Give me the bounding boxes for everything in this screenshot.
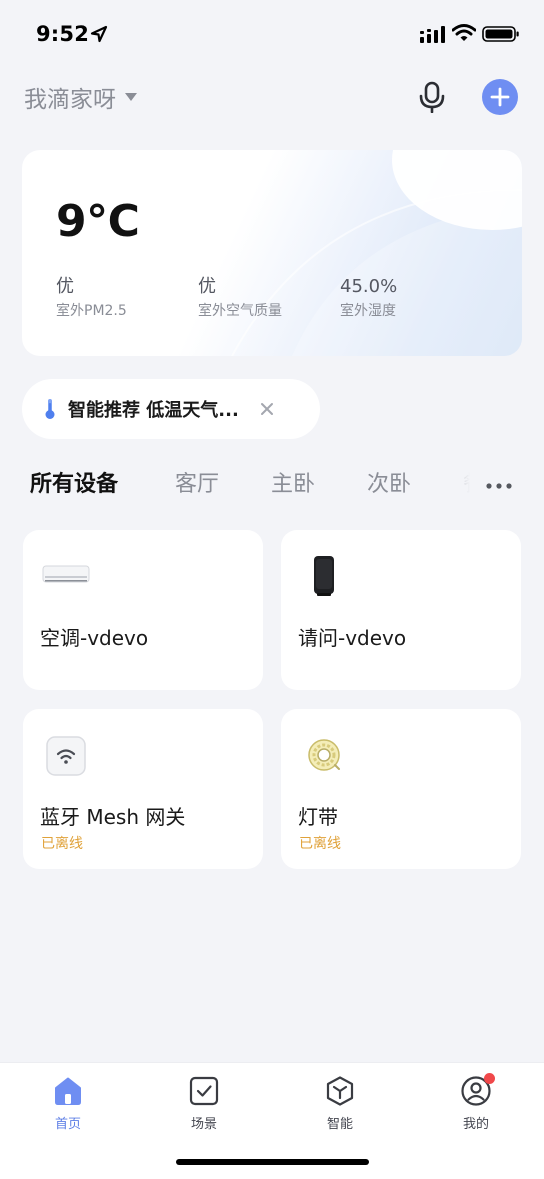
plus-icon — [490, 87, 510, 107]
metric-label: 室外PM2.5 — [56, 303, 127, 319]
nav-label: 场景 — [190, 1117, 217, 1132]
smart-speaker-icon — [314, 556, 334, 596]
metric-label: 室外空气质量 — [198, 303, 282, 319]
device-card-smart-speaker[interactable]: 请问-vdevo — [281, 530, 521, 690]
status-bar: 9:52 — [0, 0, 544, 70]
room-tabs: 所有设备 客厅 主卧 次卧 餐 — [30, 466, 470, 506]
nav-profile[interactable]: 我的 — [436, 1073, 516, 1135]
nav-smart[interactable]: 智能 — [300, 1075, 380, 1135]
tabs-fade — [440, 466, 470, 506]
metric-label: 室外湿度 — [340, 303, 396, 319]
metric-value: 优 — [198, 276, 216, 297]
metric-value: 优 — [56, 276, 74, 297]
temperature: 9°C — [56, 196, 140, 247]
microphone-icon — [419, 81, 445, 113]
nav-scene[interactable]: 场景 — [164, 1075, 244, 1135]
metric-humidity: 45.0% 室外湿度 — [340, 276, 397, 322]
metric-value: 45.0% — [340, 276, 398, 297]
device-status: 已离线 — [299, 836, 341, 852]
caret-down-icon — [125, 93, 137, 101]
cellular-signal-icon — [420, 26, 445, 43]
tab-all-devices[interactable]: 所有设备 — [30, 466, 118, 504]
smart-recommendation-pill[interactable]: 智能推荐 低温天气... — [22, 379, 320, 439]
scene-icon — [189, 1076, 219, 1106]
location-arrow-icon — [90, 25, 108, 43]
air-conditioner-icon — [42, 565, 90, 583]
device-card-mesh-gateway[interactable]: 蓝牙 Mesh 网关 已离线 — [23, 709, 263, 869]
notification-dot — [484, 1073, 495, 1084]
mesh-gateway-icon — [46, 736, 86, 776]
metric-air-quality: 优 室外空气质量 — [198, 276, 282, 322]
weather-card[interactable]: 9°C 优 室外PM2.5 优 室外空气质量 45.0% 室外湿度 — [22, 150, 522, 356]
status-time: 9:52 — [36, 22, 90, 46]
metric-pm25: 优 室外PM2.5 — [56, 276, 127, 322]
more-rooms-icon[interactable] — [484, 476, 514, 496]
close-icon[interactable] — [259, 401, 275, 417]
voice-button[interactable] — [414, 79, 450, 115]
device-name: 请问-vdevo — [298, 626, 407, 650]
home-indicator — [176, 1159, 369, 1165]
home-icon — [55, 1077, 81, 1105]
device-status: 已离线 — [41, 836, 83, 852]
light-strip-icon — [308, 739, 340, 771]
weather-decoration — [231, 150, 522, 356]
nav-label: 首页 — [54, 1117, 81, 1132]
device-name: 蓝牙 Mesh 网关 — [40, 805, 186, 829]
nav-home[interactable]: 首页 — [28, 1075, 108, 1135]
smart-icon — [326, 1076, 354, 1106]
nav-label: 我的 — [462, 1117, 489, 1132]
tab-living-room[interactable]: 客厅 — [175, 466, 219, 504]
thermometer-icon — [45, 399, 55, 419]
add-device-button[interactable] — [482, 79, 518, 115]
device-name: 空调-vdevo — [40, 626, 149, 650]
wifi-icon — [452, 24, 476, 41]
recommendation-text: 智能推荐 低温天气... — [68, 400, 239, 421]
tab-second-bedroom[interactable]: 次卧 — [367, 466, 411, 504]
device-card-light-strip[interactable]: 灯带 已离线 — [281, 709, 521, 869]
home-name: 我滴家呀 — [24, 87, 116, 113]
tab-master-bedroom[interactable]: 主卧 — [271, 466, 315, 504]
battery-icon — [482, 26, 519, 42]
nav-label: 智能 — [326, 1117, 353, 1132]
device-card-air-conditioner[interactable]: 空调-vdevo — [23, 530, 263, 690]
home-selector[interactable]: 我滴家呀 — [24, 80, 138, 114]
device-name: 灯带 — [298, 805, 338, 829]
